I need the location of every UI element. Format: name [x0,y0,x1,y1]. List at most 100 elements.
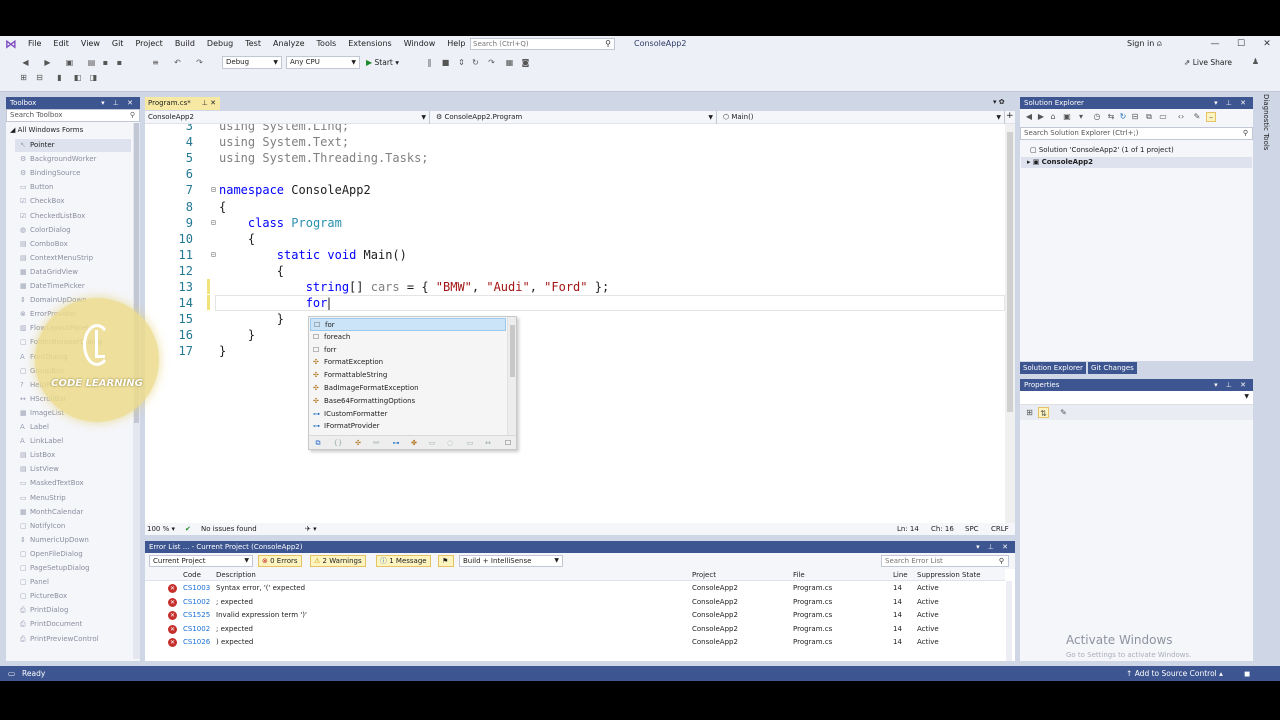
toolbox-item[interactable]: A LinkLabel [20,435,63,448]
toolbox-item[interactable]: ▭ Button [20,181,53,194]
code-line[interactable]: 10 { [145,231,1007,247]
issues-status[interactable]: No issues found [201,523,257,535]
configuration-select[interactable]: Debug ▼ [222,56,282,69]
code-line[interactable]: 14 for| [145,295,1007,311]
forward-icon[interactable]: ▶ [1036,112,1046,122]
toolbox-item[interactable]: ▭ MenuStrip [20,492,66,505]
restart-icon[interactable]: ↻ [470,57,481,68]
table-row[interactable]: ✕ CS1002 ; expected ConsoleApp2 Program.cs 14… [145,623,1005,637]
pause-icon[interactable]: ‖ [424,57,435,68]
menu-test[interactable]: Test [239,36,267,52]
zoom-select[interactable]: 100 % ▾ [147,523,175,535]
start-button[interactable]: ▶ Start ▾ [366,56,399,69]
error-code-cell[interactable]: CS1002 [183,623,210,637]
toolbox-item[interactable]: ▦ DataGridView [20,266,78,279]
table-row[interactable]: ✕ CS1026) expected ConsoleApp2 Program.cs 14… [145,636,1005,650]
warnings-filter-toggle[interactable]: ⚠ 2 Warnings [310,555,366,567]
back-icon[interactable]: ◀ [1024,112,1034,122]
member-nav-select[interactable]: ⬡ Main() ▼ [720,111,1005,124]
filter-icon[interactable]: ⚑ [438,555,454,567]
class-nav-select[interactable]: ⚙ ConsoleApp2.Program ▼ [433,111,717,124]
column-file[interactable]: File [793,569,805,581]
tab-controls-icon[interactable]: ▾ ✿ [993,98,1005,106]
column-description[interactable]: Description [216,569,256,581]
show-all-files-icon[interactable]: ⧉ [1144,112,1154,122]
intellisense-completion-list[interactable]: ☐ for ☐ foreach ☐ forr ✣ FormatException ✣ Format… [308,316,517,450]
feedback-icon[interactable]: ♟ [1250,56,1261,67]
alphabetical-icon[interactable]: ⇅ [1038,407,1049,418]
completion-item[interactable]: ✣ BadImageFormatException [310,382,506,395]
property-pages-icon[interactable]: ✎ [1058,407,1069,418]
completion-item[interactable]: ⊶ IFormatProvider [310,420,506,433]
completion-item[interactable]: ☐ for [310,318,506,331]
save-icon[interactable]: ▪ [100,57,111,68]
step-icon[interactable]: ⇕ [456,57,467,68]
completion-item[interactable]: ☐ forr [310,344,506,357]
global-search-input[interactable]: Search (Ctrl+Q) ⚲ [470,38,615,50]
menu-file[interactable]: File [22,36,47,52]
categorized-icon[interactable]: ⊞ [1024,407,1035,418]
code-line[interactable]: 11 ⊟ static void Main() [145,247,1007,263]
code-line[interactable]: 7 ⊟ namespace ConsoleApp2 [145,182,1007,198]
save-all-icon[interactable]: ▪ [114,57,125,68]
enum-filter-icon[interactable]: ▭ [427,438,437,448]
menu-tools[interactable]: Tools [311,36,343,52]
code-line[interactable]: 4 using System.Text; [145,134,1007,150]
prev-bookmark-icon[interactable]: ◧ [72,72,83,83]
minimize-button[interactable]: — [1202,36,1228,52]
code-line[interactable]: 8{ [145,199,1007,215]
platform-select[interactable]: Any CPU ▼ [286,56,360,69]
toolbox-item[interactable]: ▭ MaskedTextBox [20,477,84,490]
stop-icon[interactable]: ■ [440,57,451,68]
history-icon[interactable]: ◷ [1092,112,1102,122]
project-node[interactable]: ▸ ▣ ConsoleApp2 [1021,157,1252,168]
tab-program-cs[interactable]: Program.cs* ⊥ ✕ [145,97,220,110]
expand-arrow-icon[interactable]: ▸ [1021,158,1031,166]
menu-build[interactable]: Build [169,36,201,52]
split-icon[interactable]: + [1006,111,1014,121]
keyword-filter-icon[interactable]: ▭ [465,438,475,448]
completion-item[interactable]: ☐ foreach [310,331,506,344]
toolbox-item[interactable]: ▢ Panel [20,576,49,589]
expand-filter-icon[interactable]: ⧉ [313,438,323,448]
properties-object-select[interactable]: ▼ [1020,391,1253,405]
code-line[interactable]: 15 } [145,311,1007,327]
solution-node[interactable]: ▢ Solution 'ConsoleApp2' (1 of 1 project… [1030,145,1174,156]
build-filter-select[interactable]: Build + IntelliSense ▼ [459,555,563,567]
maximize-button[interactable]: ☐ [1228,36,1254,52]
panel-controls-icon[interactable]: ▾ ⊥ ✕ [1214,97,1249,109]
class-filter-icon[interactable]: ✣ [353,438,363,448]
code-line[interactable]: 12 { [145,263,1007,279]
bookmark-icon[interactable]: ▮ [54,72,65,83]
toolbox-item[interactable]: ▦ DateTimePicker [20,280,85,293]
fold-toggle-icon[interactable]: ⊟ [211,215,216,231]
menu-extensions[interactable]: Extensions [342,36,397,52]
toolbox-item[interactable]: ⎙ PrintDialog [20,604,68,617]
close-tab-icon[interactable]: ⊥ ✕ [202,97,216,110]
line-ending[interactable]: CRLF [991,523,1009,535]
add-to-source-control-button[interactable]: ↑ Add to Source Control ▴ [1126,666,1223,681]
fold-toggle-icon[interactable]: ⊟ [211,182,216,198]
error-code-cell[interactable]: CS1026 [183,636,210,650]
visual-studio-logo-icon[interactable]: ⋈ [0,36,22,52]
errors-filter-toggle[interactable]: ⊗ 0 Errors [258,555,302,567]
step-over-icon[interactable]: ↷ [486,57,497,68]
line-number[interactable]: Ln: 14 [897,523,919,535]
menu-edit[interactable]: Edit [47,36,75,52]
undo-icon[interactable]: ↶ [172,57,183,68]
toolbox-item[interactable]: ⎙ PrintPreviewControl [20,633,99,646]
sign-in-button[interactable]: Sign in ⍝ [1127,36,1162,52]
new-project-icon[interactable]: ▣ [64,57,75,68]
messages-filter-toggle[interactable]: ⓘ 1 Message [376,555,431,567]
code-line[interactable]: 6 [145,166,1007,182]
column-suppression-state[interactable]: Suppression State [917,569,981,581]
redo-icon[interactable]: ↷ [194,57,205,68]
next-bookmark-icon[interactable]: ◨ [88,72,99,83]
pending-changes-icon[interactable]: ▾ [1076,112,1086,122]
open-icon[interactable]: ▤ [86,57,97,68]
completion-scrollbar[interactable] [507,317,516,435]
panel-controls-icon[interactable]: ▾ ⊥ ✕ [101,97,136,109]
table-row[interactable]: ✕ CS1525 Invalid expression term ')' Consol… [145,609,1005,623]
scroll-thumb[interactable] [510,325,515,377]
delegate-filter-icon[interactable]: ⚯ [371,438,381,448]
